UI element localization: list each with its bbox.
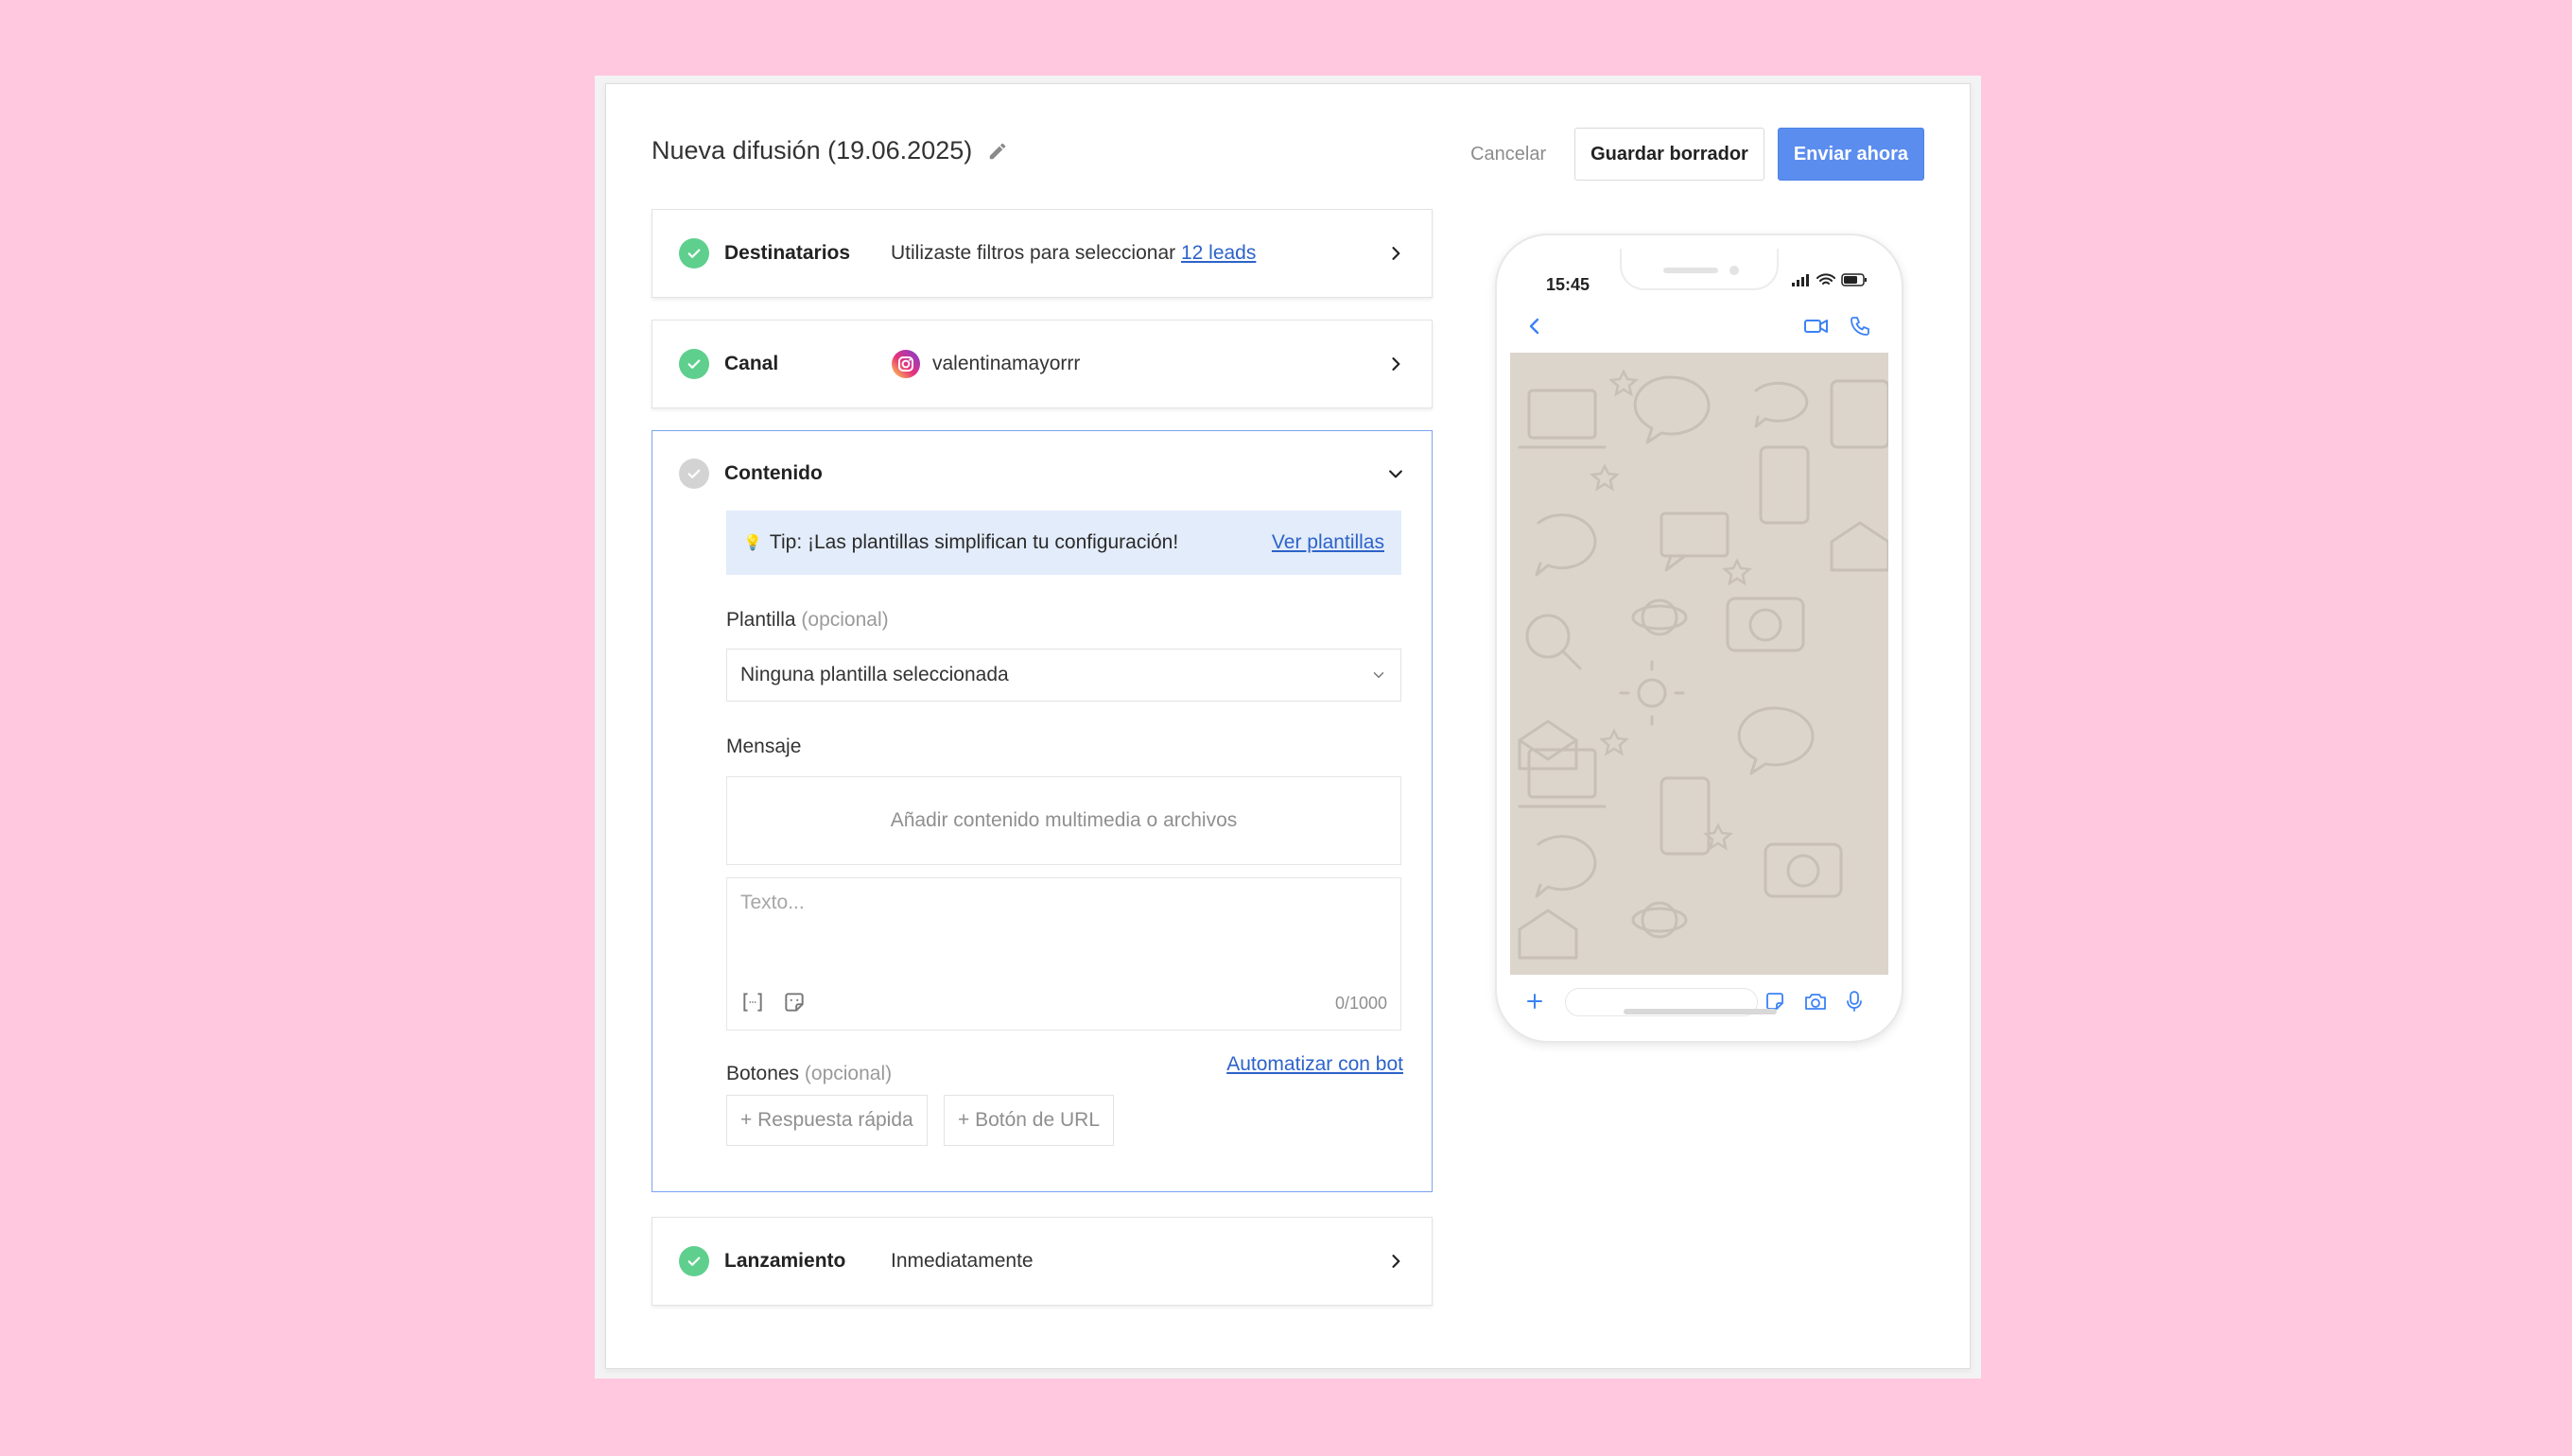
phone-preview: 15:45	[1495, 234, 1903, 1043]
broadcast-modal: Nueva difusión (19.06.2025) Cancelar Gua…	[605, 83, 1971, 1369]
chat-wallpaper	[1510, 353, 1888, 975]
buttons-label-text: Botones	[726, 1063, 800, 1084]
view-templates-link[interactable]: Ver plantillas	[1272, 531, 1384, 554]
page-title-text: Nueva difusión (19.06.2025)	[652, 136, 973, 165]
phone-notch	[1620, 249, 1779, 290]
phone-call-icon[interactable]	[1849, 315, 1871, 338]
wifi-icon	[1816, 273, 1835, 285]
header-actions: Cancelar Guardar borrador Enviar ahora	[1470, 128, 1924, 181]
message-label: Mensaje	[726, 736, 802, 757]
check-icon	[679, 349, 709, 379]
channel-account: valentinamayorrr	[932, 353, 1081, 374]
step-recipients[interactable]: Destinatarios Utilizaste filtros para se…	[652, 209, 1433, 298]
cancel-button[interactable]: Cancelar	[1470, 144, 1546, 165]
automate-bot-link[interactable]: Automatizar con bot	[1226, 1053, 1403, 1076]
template-label: Plantilla (opcional)	[726, 609, 889, 632]
step-value: valentinamayorrr	[891, 349, 1080, 379]
chevron-right-icon[interactable]	[1386, 355, 1405, 373]
step-channel[interactable]: Canal valentinamayorrr	[652, 320, 1433, 408]
plus-icon[interactable]	[1523, 990, 1546, 1013]
send-now-button[interactable]: Enviar ahora	[1777, 128, 1924, 181]
doodle-pattern	[1518, 369, 1888, 960]
quick-reply-button[interactable]: + Respuesta rápida	[726, 1095, 928, 1146]
recipients-text: Utilizaste filtros para seleccionar	[891, 242, 1176, 264]
signal-icon	[1792, 274, 1809, 286]
chevron-right-icon[interactable]	[1386, 244, 1405, 263]
sticker-icon[interactable]	[782, 990, 807, 1014]
back-arrow-icon[interactable]	[1523, 315, 1546, 338]
instagram-icon	[892, 350, 920, 378]
phone-screen: 15:45	[1510, 249, 1888, 1028]
template-label-text: Plantilla	[726, 609, 796, 631]
chat-header	[1510, 302, 1888, 351]
chevron-down-icon	[1373, 672, 1384, 678]
camera-icon[interactable]	[1803, 990, 1828, 1013]
pencil-icon[interactable]	[987, 141, 1008, 162]
microphone-icon[interactable]	[1845, 990, 1864, 1013]
home-indicator	[1624, 1009, 1777, 1014]
add-media-button[interactable]: Añadir contenido multimedia o archivos	[726, 776, 1401, 865]
leads-link[interactable]: 12 leads	[1181, 242, 1256, 264]
battery-icon	[1841, 273, 1867, 286]
step-label: Lanzamiento	[724, 1250, 846, 1272]
optional-hint: (opcional)	[801, 609, 889, 631]
chevron-right-icon[interactable]	[1386, 1252, 1405, 1271]
check-icon	[679, 238, 709, 269]
variable-brackets-icon[interactable]	[740, 990, 765, 1014]
step-label: Canal	[724, 353, 779, 374]
chat-composer	[1510, 975, 1888, 1028]
url-button[interactable]: + Botón de URL	[944, 1095, 1115, 1146]
message-textarea[interactable]: Texto... 0/1000	[726, 877, 1401, 1031]
phone-clock: 15:45	[1546, 275, 1590, 294]
template-select-value: Ninguna plantilla seleccionada	[740, 664, 1009, 685]
step-content: Contenido 💡 Tip: ¡Las plantillas simplif…	[652, 430, 1433, 1192]
step-label: Destinatarios	[724, 242, 851, 264]
tip-banner: 💡 Tip: ¡Las plantillas simplifican tu co…	[726, 511, 1401, 575]
video-call-icon[interactable]	[1803, 315, 1830, 338]
template-select[interactable]: Ninguna plantilla seleccionada	[726, 649, 1401, 702]
phone-status-bar	[1792, 273, 1868, 286]
save-draft-button[interactable]: Guardar borrador	[1574, 128, 1764, 181]
step-value: Utilizaste filtros para seleccionar 12 l…	[891, 242, 1256, 265]
chevron-down-icon[interactable]	[1386, 464, 1405, 483]
content-header[interactable]: Contenido	[652, 431, 1432, 516]
char-counter: 0/1000	[1334, 994, 1387, 1013]
optional-hint: (opcional)	[804, 1063, 893, 1084]
check-icon	[679, 459, 709, 489]
launch-value: Inmediatamente	[891, 1250, 1034, 1272]
step-label: Contenido	[724, 462, 823, 484]
step-launch[interactable]: Lanzamiento Inmediatamente	[652, 1217, 1433, 1306]
buttons-label: Botones (opcional)	[726, 1063, 892, 1085]
lightbulb-icon: 💡	[743, 535, 762, 551]
check-icon	[679, 1246, 709, 1276]
page-title: Nueva difusión (19.06.2025)	[652, 136, 1008, 165]
tip-text: Tip: ¡Las plantillas simplifican tu conf…	[769, 531, 1179, 553]
text-placeholder: Texto...	[740, 892, 805, 913]
